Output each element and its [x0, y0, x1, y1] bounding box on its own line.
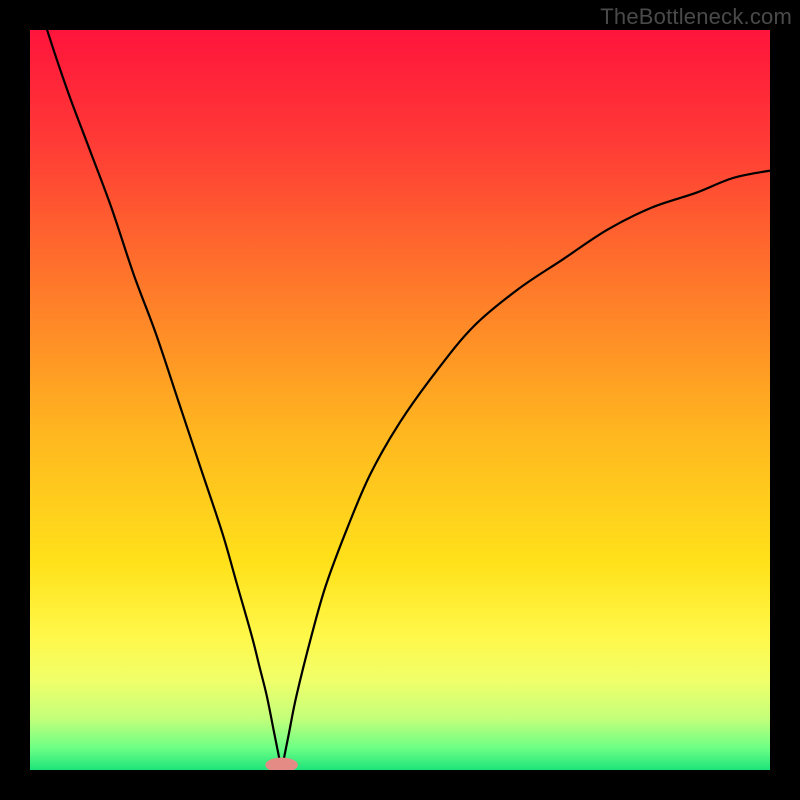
plot-area [30, 30, 770, 770]
watermark-text: TheBottleneck.com [600, 4, 792, 30]
chart-frame: TheBottleneck.com [0, 0, 800, 800]
gradient-background [30, 30, 770, 770]
chart-svg [30, 30, 770, 770]
